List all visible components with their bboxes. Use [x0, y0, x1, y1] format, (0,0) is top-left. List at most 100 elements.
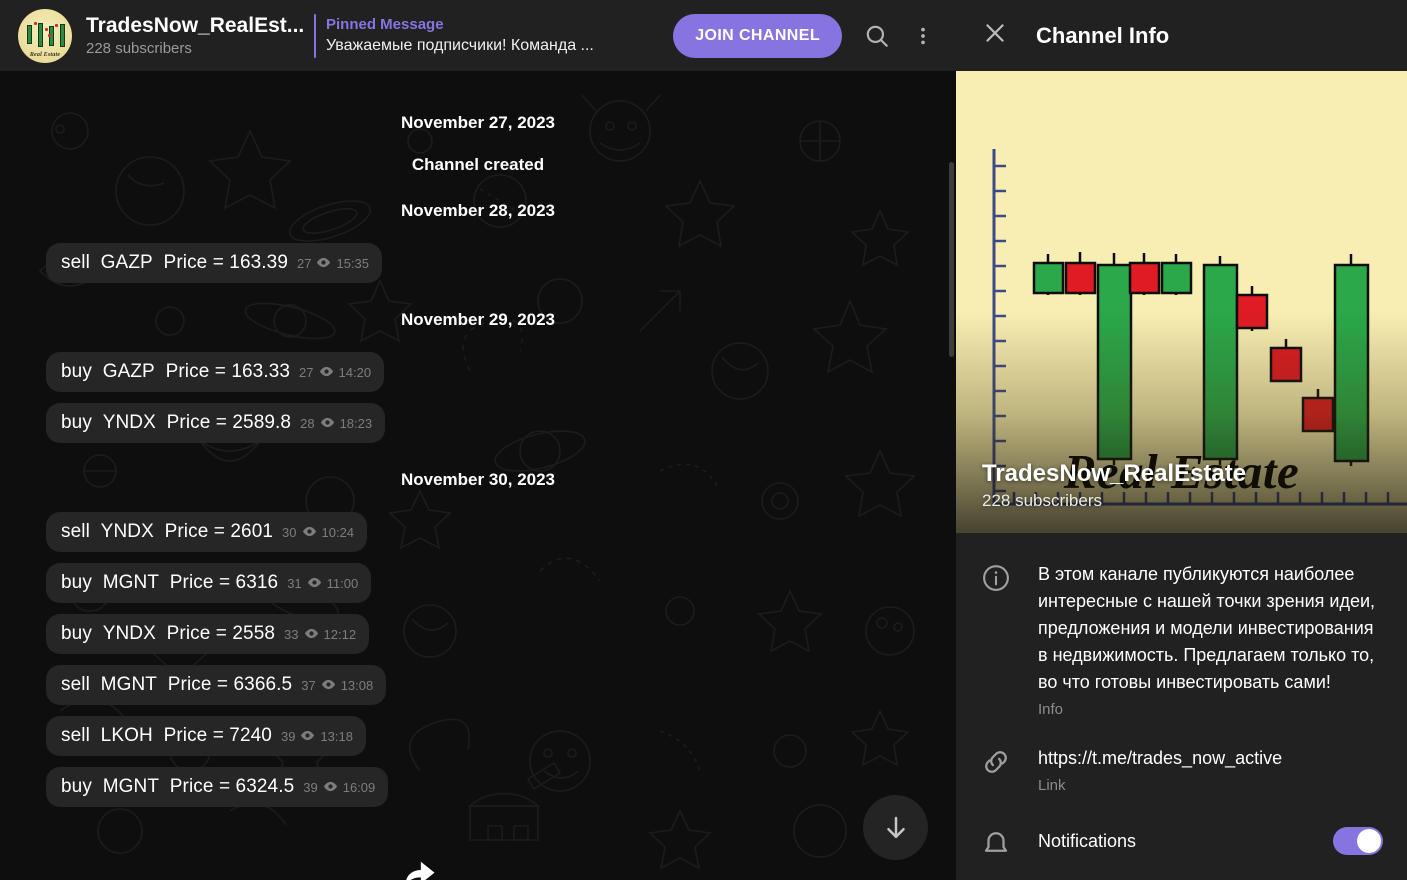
message-time: 18:23 [340, 416, 373, 431]
message-time: 15:35 [336, 256, 369, 271]
eye-icon [321, 678, 336, 693]
view-count: 39 [281, 729, 295, 744]
join-channel-button[interactable]: JOIN CHANNEL [673, 14, 842, 58]
message-meta: 3010:24 [282, 525, 354, 540]
telegram-window: Real Estate TradesNow_RealEst... 228 sub… [0, 0, 1407, 880]
bell-icon [980, 825, 1012, 857]
message-meta: 39 13:18 [281, 729, 353, 744]
channel-info-panel: Channel Info [956, 0, 1407, 880]
channel-info-title: Channel Info [1036, 23, 1169, 49]
channel-description: В этом канале публикуются наиболее интер… [1038, 561, 1383, 696]
view-count: 27 [297, 256, 311, 271]
message-row[interactable]: buy GAZP Price = 163.332714:20 [0, 352, 956, 403]
message-bubble[interactable]: sell MGNT Price = 6366.5 37 13:08 [46, 665, 386, 705]
view-count: 33 [284, 627, 298, 642]
message-time: 16:09 [343, 780, 376, 795]
message-bubble[interactable]: buy MGNT Price = 6324.5 39 16:09 [46, 767, 388, 807]
search-icon[interactable] [854, 13, 900, 59]
message-time: 12:12 [324, 627, 357, 642]
message-meta: 39 16:09 [303, 780, 375, 795]
forward-arrow-icon[interactable] [403, 859, 436, 880]
eye-icon [316, 256, 331, 271]
message-bubble[interactable]: sell YNDX Price = 26013010:24 [46, 512, 367, 552]
link-icon [980, 745, 1012, 777]
message-bubble[interactable]: buy MGNT Price = 6316 31 11:00 [46, 563, 371, 603]
info-description-body: В этом канале публикуются наиболее интер… [1038, 561, 1383, 721]
chat-scrollbar[interactable] [948, 142, 956, 880]
info-link-body: https://t.me/trades_now_active Link [1038, 745, 1383, 797]
view-count: 39 [303, 780, 317, 795]
message-bubble[interactable]: buy YNDX Price = 25583312:12 [46, 614, 369, 654]
message-text: buy YNDX Price = 2589.8 [61, 412, 291, 434]
message-text: buy MGNT Price = 6316 [61, 572, 278, 594]
message-text: buy MGNT Price = 6324.5 [61, 776, 294, 798]
message-meta: 27 15:35 [297, 256, 369, 271]
channel-title-block[interactable]: TradesNow_RealEst... 228 subscribers [86, 13, 304, 59]
chat-column: Real Estate TradesNow_RealEst... 228 sub… [0, 0, 956, 880]
message-time: 14:20 [339, 365, 372, 380]
channel-description-label: Info [1038, 699, 1383, 721]
message-row[interactable]: sell GAZP Price = 163.39 27 15:35 [0, 243, 956, 294]
pinned-text: Уважаемые подписчики! Команда ... [326, 35, 594, 57]
channel-link[interactable]: https://t.me/trades_now_active [1038, 745, 1383, 772]
eye-icon [320, 416, 335, 431]
scroll-to-bottom-button[interactable] [863, 795, 928, 860]
more-vertical-icon[interactable] [900, 13, 946, 59]
pinned-message-bar[interactable]: Pinned Message Уважаемые подписчики! Ком… [314, 13, 594, 59]
message-row[interactable]: sell LKOH Price = 7240 39 13:18 [0, 716, 956, 767]
eye-icon [323, 780, 338, 795]
banner-caption: TradesNow_RealEstate 228 subscribers [982, 459, 1246, 513]
message-time: 13:18 [320, 729, 353, 744]
message-time: 11:00 [327, 576, 359, 591]
info-row-notifications[interactable]: Notifications [956, 807, 1407, 857]
channel-link-label: Link [1038, 775, 1383, 797]
message-text: sell LKOH Price = 7240 [61, 725, 272, 747]
view-count: 37 [301, 678, 315, 693]
message-row[interactable]: buy YNDX Price = 2589.8 28 18:23 [0, 403, 956, 454]
channel-info-header: Channel Info [956, 0, 1407, 71]
view-count: 31 [287, 576, 301, 591]
message-meta: 31 11:00 [287, 576, 358, 591]
close-icon[interactable] [982, 20, 1008, 51]
message-text: sell MGNT Price = 6366.5 [61, 674, 292, 696]
date-separator: November 28, 2023 [0, 201, 956, 221]
pinned-label: Pinned Message [326, 14, 594, 35]
view-count: 28 [300, 416, 314, 431]
message-meta: 27 14:20 [299, 365, 371, 380]
message-meta: 33 12:12 [284, 627, 356, 642]
notifications-body: Notifications [1038, 828, 1307, 855]
view-count: 27 [299, 365, 313, 380]
notifications-toggle[interactable] [1333, 827, 1383, 855]
info-row-description[interactable]: В этом канале публикуются наиболее интер… [956, 547, 1407, 731]
message-meta: 28 18:23 [300, 416, 372, 431]
message-bubble[interactable]: buy GAZP Price = 163.332714:20 [46, 352, 384, 392]
service-message: Channel created [0, 155, 956, 175]
view-count: 30 [282, 525, 296, 540]
eye-icon [304, 627, 319, 642]
message-row[interactable]: buy MGNT Price = 6316 31 11:00 [0, 563, 956, 614]
message-text: sell GAZP Price = 163.39 [61, 252, 288, 274]
chat-scrollbar-thumb[interactable] [949, 162, 954, 357]
message-time: 13:08 [341, 678, 374, 693]
eye-icon [300, 729, 315, 744]
channel-info-rows: В этом канале публикуются наиболее интер… [956, 533, 1407, 857]
channel-name: TradesNow_RealEst... [86, 13, 304, 39]
date-separator: November 30, 2023 [0, 470, 956, 490]
message-bubble[interactable]: sell LKOH Price = 7240 39 13:18 [46, 716, 366, 756]
eye-icon [307, 576, 322, 591]
message-list[interactable]: November 27, 2023Channel createdNovember… [0, 71, 956, 880]
channel-banner[interactable]: Real Estate TradesNow_RealEstate 228 sub… [956, 71, 1407, 533]
message-row[interactable]: buy YNDX Price = 25583312:12 [0, 614, 956, 665]
message-row[interactable]: sell YNDX Price = 26013010:24 [0, 512, 956, 563]
info-icon [980, 561, 1012, 593]
message-row[interactable]: sell MGNT Price = 6366.5 37 13:08 [0, 665, 956, 716]
message-bubble[interactable]: buy YNDX Price = 2589.8 28 18:23 [46, 403, 385, 443]
info-row-link[interactable]: https://t.me/trades_now_active Link [956, 731, 1407, 807]
notifications-label: Notifications [1038, 828, 1307, 855]
message-bubble[interactable]: sell GAZP Price = 163.39 27 15:35 [46, 243, 382, 283]
message-meta: 37 13:08 [301, 678, 373, 693]
channel-avatar[interactable]: Real Estate [18, 9, 72, 63]
avatar-caption: Real Estate [18, 52, 72, 58]
message-row[interactable]: buy MGNT Price = 6324.5 39 16:09 [0, 767, 956, 818]
banner-subscriber-count: 228 subscribers [982, 489, 1246, 513]
